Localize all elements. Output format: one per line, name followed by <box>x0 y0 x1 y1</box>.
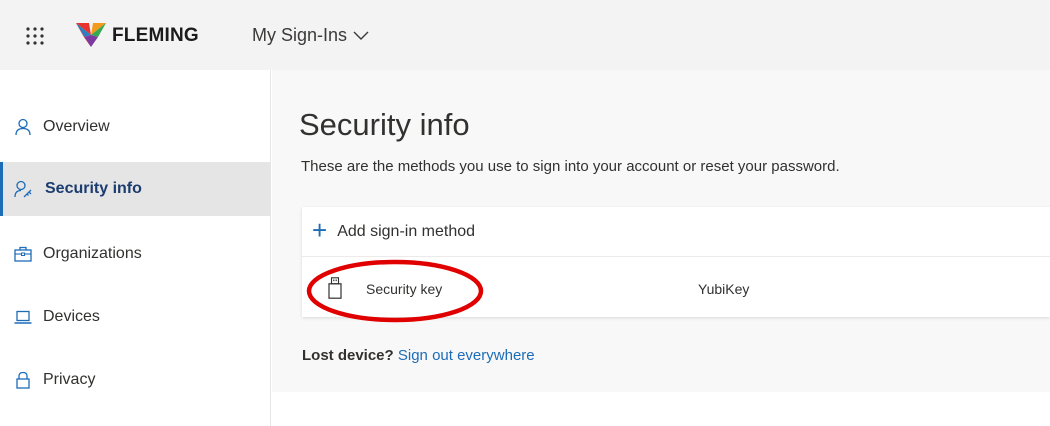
add-sign-in-method-label: Add sign-in method <box>337 222 476 240</box>
app-switcher[interactable]: My Sign-Ins <box>252 25 369 46</box>
laptop-icon <box>14 310 32 324</box>
sidebar-item-label: Privacy <box>43 371 96 388</box>
sidebar-item-security-info[interactable]: Security info <box>0 162 271 216</box>
sidebar-item-devices[interactable]: Devices <box>0 290 271 344</box>
annotation-highlight-ellipse <box>306 259 484 323</box>
lost-device-prefix: Lost device? <box>302 347 394 364</box>
sidebar-item-label: Devices <box>43 308 100 325</box>
briefcase-icon <box>14 246 32 262</box>
app-title: My Sign-Ins <box>252 25 348 45</box>
page-subtitle: These are the methods you use to sign in… <box>301 158 840 175</box>
sidebar-item-label: Organizations <box>43 245 142 262</box>
page-title: Security info <box>299 107 470 142</box>
add-sign-in-method-button[interactable]: + Add sign-in method <box>302 207 1050 257</box>
sidebar-item-label: Security info <box>45 180 142 197</box>
sidebar-item-overview[interactable]: Overview <box>0 100 271 154</box>
sidebar-item-privacy[interactable]: Privacy <box>0 353 271 407</box>
lost-device-line: Lost device? Sign out everywhere <box>302 347 535 364</box>
fleming-logo[interactable] <box>76 21 106 47</box>
chevron-down-icon <box>353 31 369 40</box>
method-detail: YubiKey <box>698 281 750 297</box>
sidebar-nav: Overview Security info Organizations Dev… <box>0 70 271 426</box>
app-launcher-icon[interactable] <box>24 25 46 47</box>
lock-icon <box>16 371 30 389</box>
brand-name: FLEMING <box>112 25 199 46</box>
plus-icon: + <box>312 214 328 245</box>
sidebar-item-organizations[interactable]: Organizations <box>0 227 271 281</box>
top-bar: FLEMING My Sign-Ins <box>0 0 1050 70</box>
person-icon <box>15 118 31 136</box>
sidebar-item-label: Overview <box>43 118 110 135</box>
person-key-icon <box>14 180 32 198</box>
sign-out-everywhere-link[interactable]: Sign out everywhere <box>398 347 535 364</box>
